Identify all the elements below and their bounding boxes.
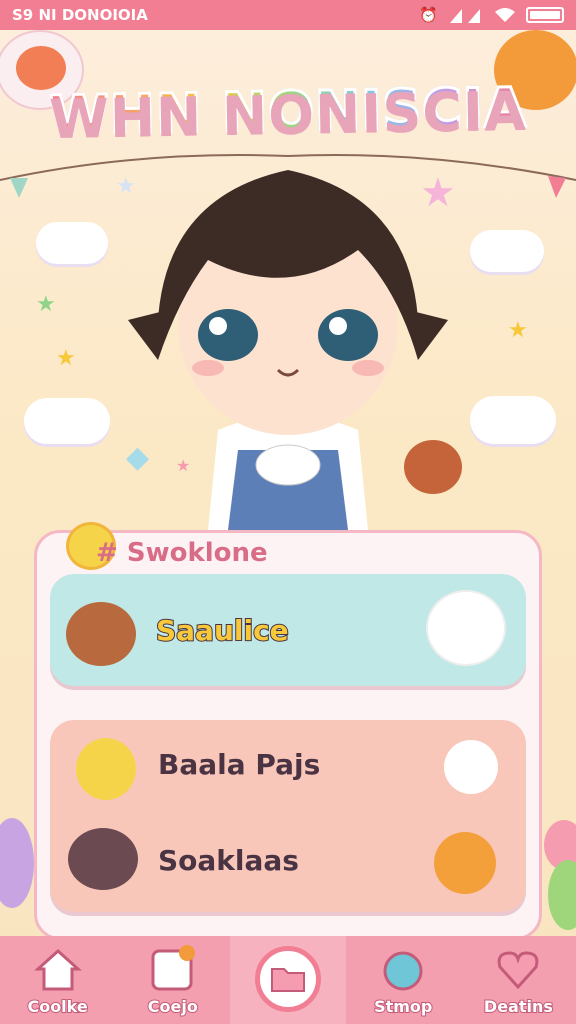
menu-item-baala-pajs[interactable]: Baala Pajs (62, 730, 514, 810)
card-label: Soaklaas (158, 844, 299, 877)
battery-icon (526, 7, 564, 23)
signal-icon (450, 9, 480, 23)
calendar-icon (151, 945, 195, 991)
white-bunny-icon (444, 740, 498, 794)
cookie-icon (404, 440, 462, 494)
menu-item-soaklaas[interactable]: Soaklaas (62, 822, 514, 902)
nav-deatins[interactable]: Deatins (461, 936, 576, 1024)
status-text: S9 NI DONOIOIA (12, 6, 148, 24)
star-icon: ★ (56, 346, 76, 371)
yellow-chick-icon (76, 738, 136, 800)
bottom-nav: Coolke Coejo Stmop Deatins (0, 936, 576, 1024)
drop-icon (383, 951, 423, 991)
heart-icon (498, 951, 539, 990)
panel-title: # Swoklone (96, 538, 268, 568)
nav-coejo[interactable]: Coejo (115, 936, 230, 1024)
cat-face-icon (68, 828, 138, 890)
nav-center[interactable] (230, 936, 346, 1024)
cloud-icon (470, 396, 556, 444)
star-icon: ★ (508, 318, 528, 343)
wifi-icon (495, 8, 515, 22)
card-label: Saaulice (155, 613, 290, 648)
status-bar: S9 NI DONOIOIA ⏰ (0, 0, 576, 30)
folder-icon (255, 946, 321, 1012)
nav-coolke[interactable]: Coolke (0, 936, 115, 1024)
cloud-icon (470, 230, 544, 272)
star-icon: ★ (36, 292, 56, 317)
alarm-icon: ⏰ (419, 6, 438, 24)
white-bear-icon (426, 590, 506, 666)
home-icon (33, 948, 82, 991)
drop-icon: ◆ (126, 440, 150, 475)
card-label: Baala Pajs (158, 748, 321, 781)
orange-sprout-icon (434, 832, 496, 894)
nav-stmop[interactable]: Stmop (346, 936, 461, 1024)
bear-face-icon (66, 602, 136, 666)
